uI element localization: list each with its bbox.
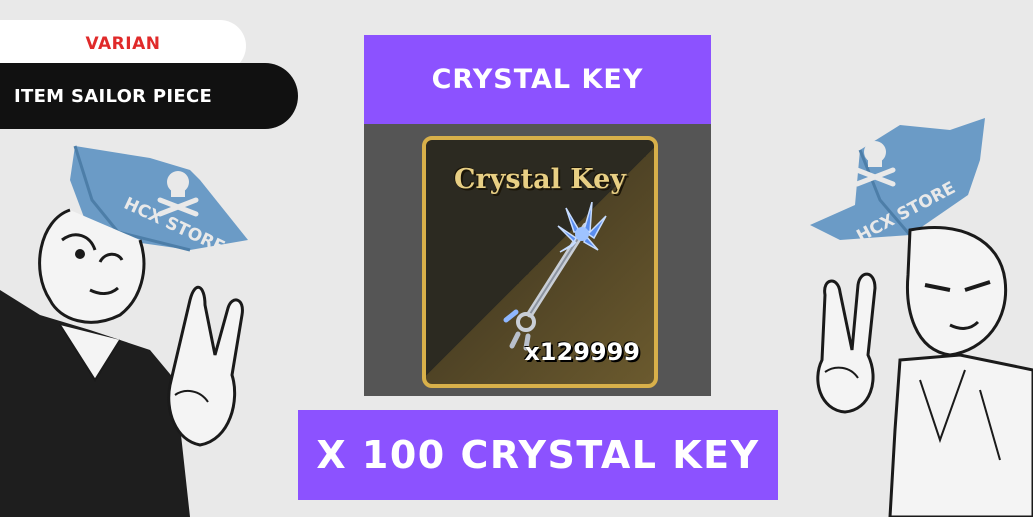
product-title: CRYSTAL KEY: [431, 64, 644, 95]
item-name: Crystal Key: [454, 164, 626, 195]
left-character-illustration: HCX STORE: [0, 145, 248, 517]
offer-label: X 100 CRYSTAL KEY: [316, 433, 760, 477]
variant-label: VARIAN: [85, 34, 161, 54]
right-pirate-hat-icon: HCX STORE: [810, 118, 985, 247]
item-category-tag: ITEM SAILOR PIECE: [0, 63, 298, 129]
item-preview-panel: Crystal Key x129999: [364, 124, 711, 396]
offer-banner: X 100 CRYSTAL KEY: [298, 410, 778, 500]
product-title-banner: CRYSTAL KEY: [364, 35, 711, 124]
right-character-illustration: HCX STORE: [810, 118, 1033, 517]
item-category-label: ITEM SAILOR PIECE: [14, 85, 213, 107]
item-count: x129999: [524, 338, 640, 366]
crystal-key-icon: [503, 202, 607, 351]
item-card: Crystal Key x129999: [422, 136, 658, 388]
